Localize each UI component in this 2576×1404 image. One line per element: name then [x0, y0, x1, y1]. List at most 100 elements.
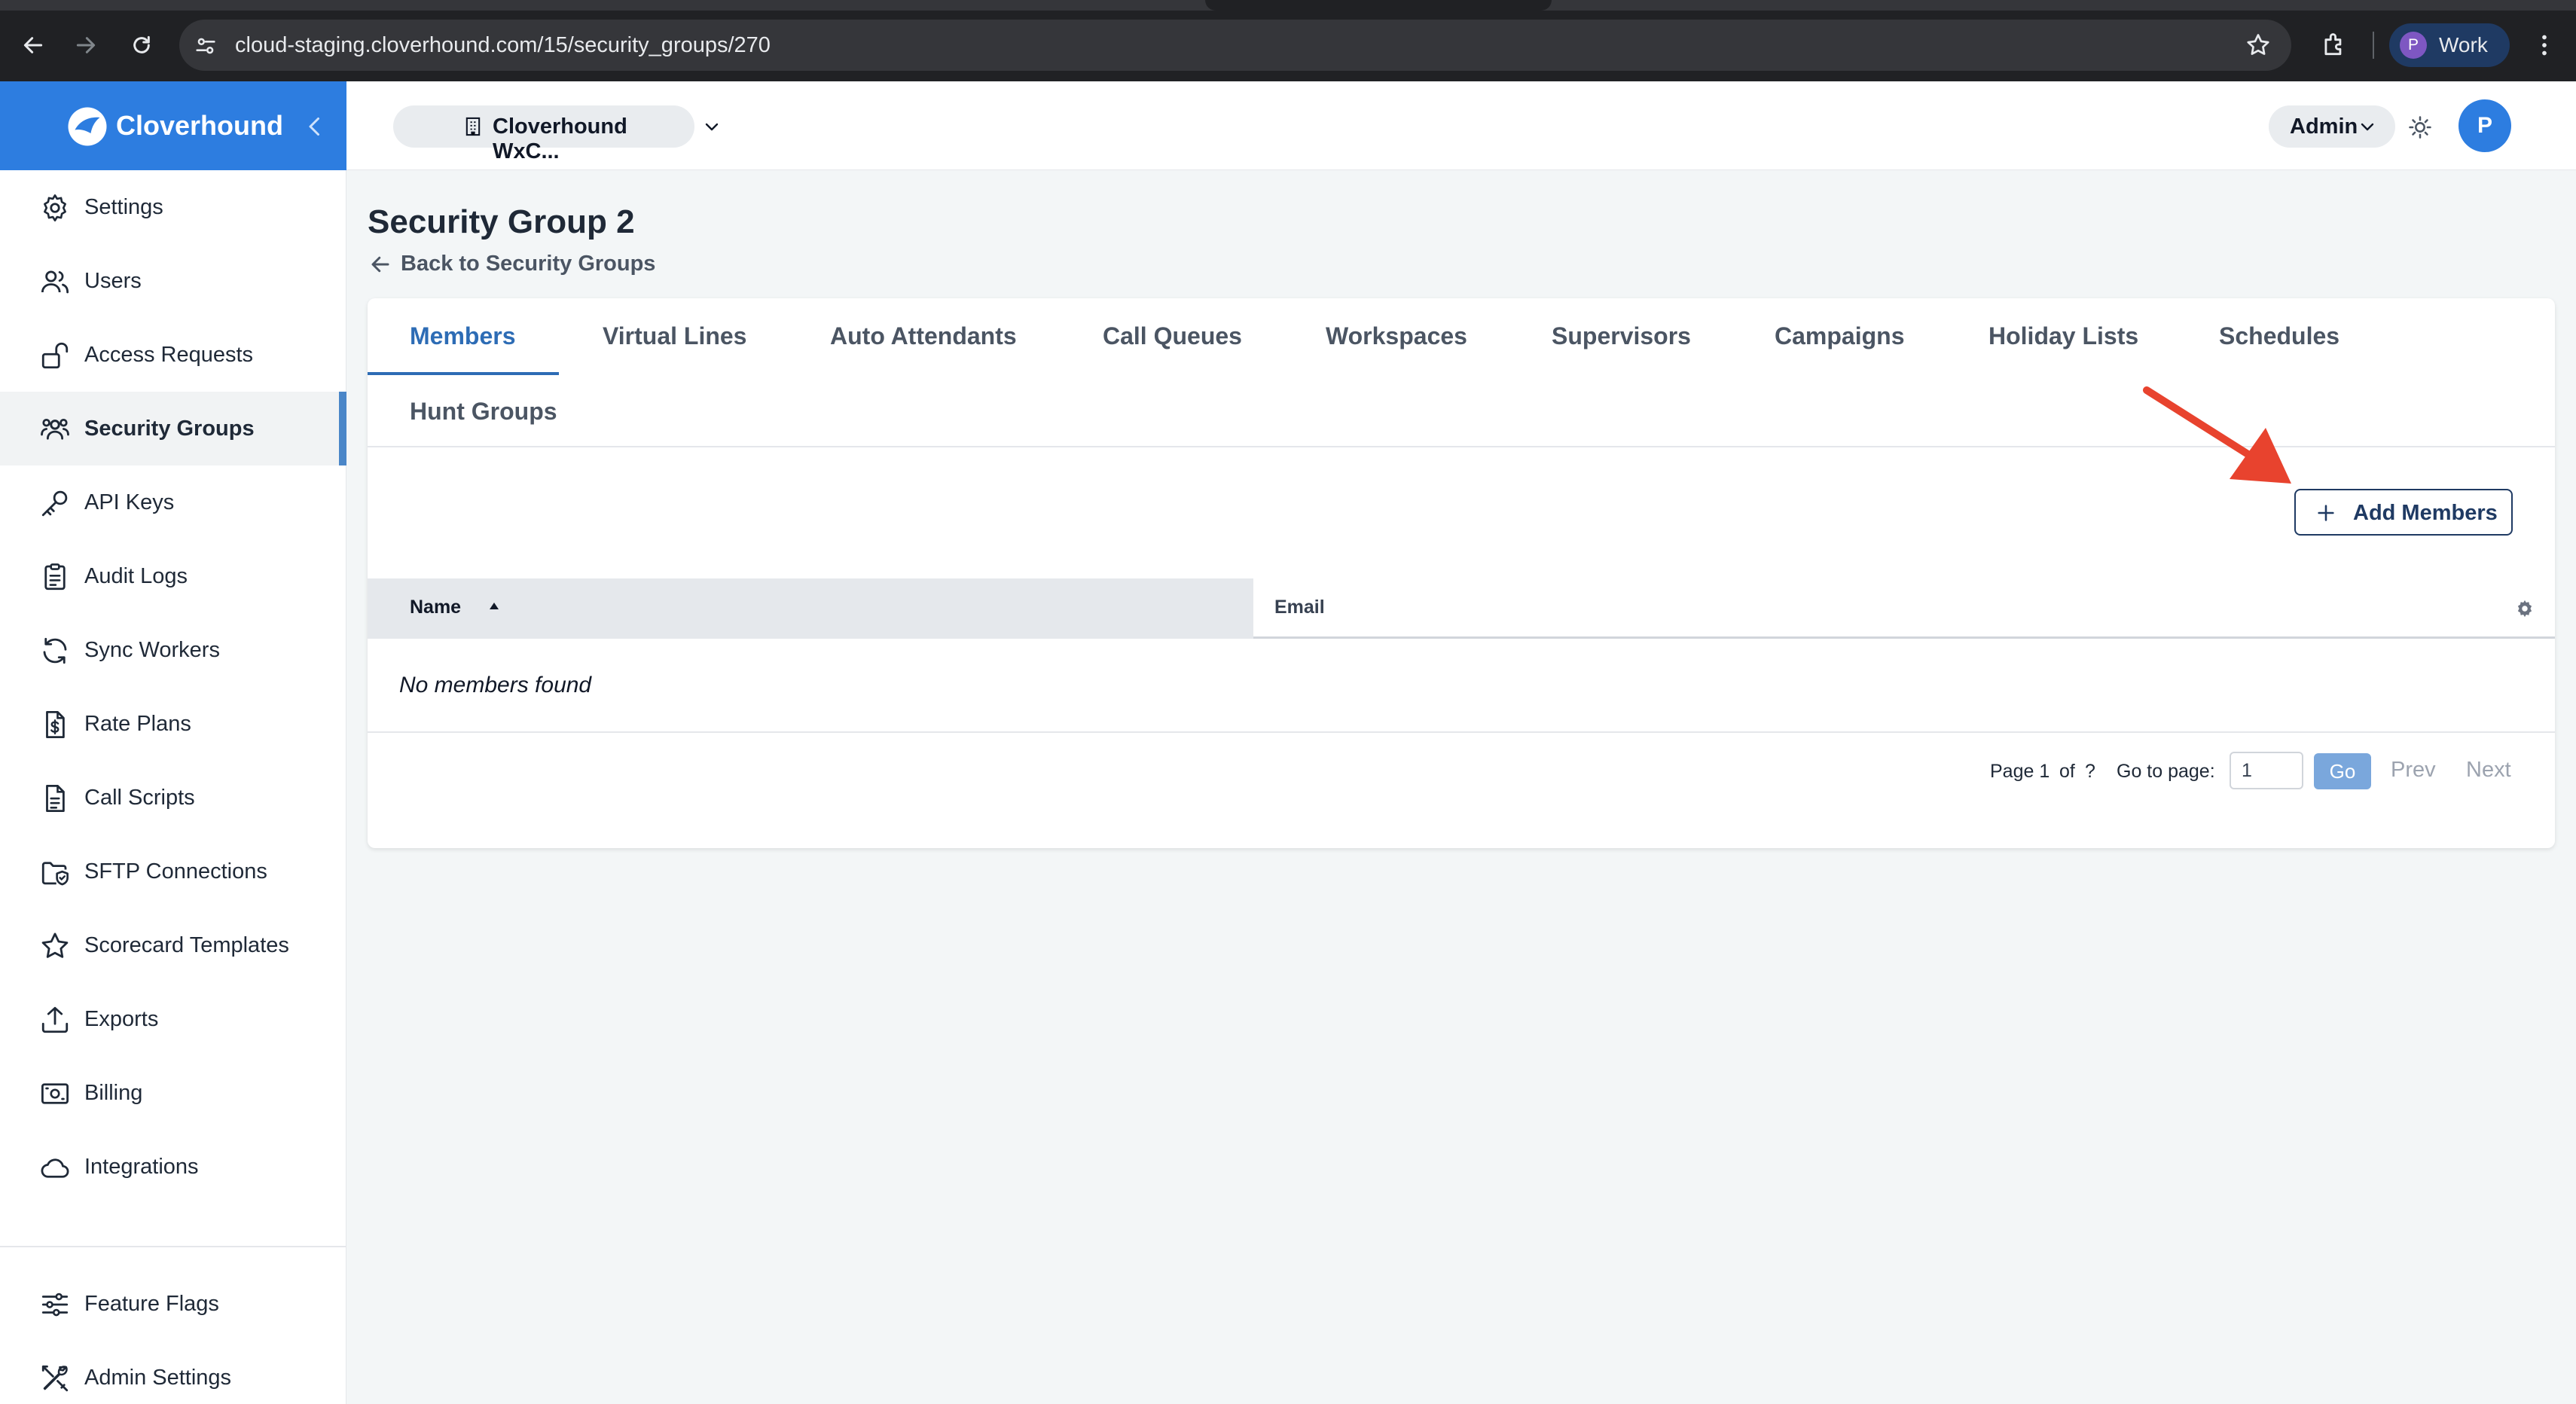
- back-button[interactable]: [11, 23, 56, 68]
- tab-hunt-groups[interactable]: Hunt Groups: [410, 374, 557, 449]
- sidebar-item-sync-workers[interactable]: Sync Workers: [0, 613, 346, 687]
- sliders-icon: [41, 1293, 69, 1317]
- sidebar-item-label: Rate Plans: [84, 712, 191, 736]
- tab-label: Holiday Lists: [1988, 322, 2139, 349]
- sidebar-item-label: Audit Logs: [84, 564, 188, 588]
- arrow-left-icon: [23, 37, 43, 53]
- forward-button[interactable]: [63, 23, 108, 68]
- table-header: Name Email: [368, 578, 2555, 639]
- chevron-down-icon: [705, 123, 719, 131]
- go-to-page-label: Go to page:: [2117, 761, 2215, 782]
- page-of-label: of: [2059, 761, 2075, 782]
- sidebar-item-label: Call Scripts: [84, 786, 195, 810]
- tab-label: Auto Attendants: [830, 322, 1017, 349]
- document-icon: [46, 784, 65, 813]
- sidebar-item-access-requests[interactable]: Access Requests: [0, 318, 346, 392]
- tab-virtual-lines[interactable]: Virtual Lines: [603, 298, 746, 374]
- sidebar-item-label: Users: [84, 269, 142, 293]
- refresh-icon: [43, 637, 67, 664]
- browser-chrome: cloud-staging.cloverhound.com/15/securit…: [0, 0, 2576, 81]
- profile-button[interactable]: P Work: [2389, 23, 2510, 67]
- toolbar-divider: [2373, 32, 2374, 59]
- tab-auto-attendants[interactable]: Auto Attendants: [830, 298, 1017, 374]
- column-label-name: Name: [410, 597, 462, 618]
- tab-schedules[interactable]: Schedules: [2219, 298, 2339, 374]
- go-to-page-input[interactable]: 1: [2230, 752, 2303, 789]
- sort-ascending-icon[interactable]: [485, 598, 503, 616]
- go-button[interactable]: Go: [2314, 753, 2371, 789]
- add-members-button[interactable]: Add Members: [2294, 489, 2513, 536]
- user-avatar[interactable]: P: [2458, 99, 2511, 152]
- sidebar-item-feature-flags[interactable]: Feature Flags: [0, 1267, 346, 1341]
- sidebar-item-admin-settings[interactable]: Admin Settings: [0, 1341, 346, 1404]
- building-icon: [465, 117, 481, 136]
- kebab-menu-icon[interactable]: [2531, 32, 2558, 59]
- sidebar-item-label: Sync Workers: [84, 638, 220, 662]
- column-header-email[interactable]: Email: [1274, 597, 1325, 618]
- table-empty-row: No members found: [368, 641, 2555, 733]
- sidebar-item-label: Billing: [84, 1081, 143, 1105]
- arrow-left-icon: [371, 256, 389, 272]
- cloverhound-logo-icon[interactable]: [65, 104, 110, 149]
- sidebar-item-rate-plans[interactable]: Rate Plans: [0, 687, 346, 761]
- role-label[interactable]: Admin: [2290, 114, 2358, 139]
- tab-label: Members: [410, 322, 516, 349]
- prev-page-button[interactable]: Prev: [2391, 758, 2436, 783]
- sidebar-item-exports[interactable]: Exports: [0, 982, 346, 1056]
- plus-icon: [2318, 505, 2334, 521]
- back-to-security-groups-link[interactable]: Back to Security Groups: [369, 252, 655, 276]
- tools-icon: [41, 1365, 69, 1392]
- upload-icon: [41, 1006, 69, 1033]
- brand-name[interactable]: Cloverhound: [116, 110, 283, 142]
- tab-label: Supervisors: [1552, 322, 1691, 349]
- app-header: Cloverhound WxC... Admin P: [346, 81, 2576, 170]
- star-icon: [41, 932, 69, 958]
- collapse-sidebar-icon[interactable]: [301, 111, 328, 142]
- sidebar-item-call-scripts[interactable]: Call Scripts: [0, 761, 346, 835]
- tab-campaigns[interactable]: Campaigns: [1775, 298, 1904, 374]
- sidebar-item-integrations[interactable]: Integrations: [0, 1130, 346, 1204]
- sidebar-item-scorecard-templates[interactable]: Scorecard Templates: [0, 908, 346, 982]
- tab-call-queues[interactable]: Call Queues: [1103, 298, 1242, 374]
- back-link-label: Back to Security Groups: [401, 252, 656, 276]
- sidebar-item-label: Settings: [84, 195, 163, 219]
- sun-icon[interactable]: [2407, 114, 2433, 140]
- sidebar-item-billing[interactable]: Billing: [0, 1056, 346, 1130]
- extensions-icon[interactable]: [2320, 30, 2349, 59]
- bookmark-star-icon[interactable]: [2245, 32, 2272, 59]
- tab-members[interactable]: Members: [410, 298, 516, 374]
- sidebar-item-label: Scorecard Templates: [84, 933, 289, 957]
- tab-supervisors[interactable]: Supervisors: [1552, 298, 1691, 374]
- unlock-icon: [41, 342, 69, 369]
- sidebar-divider: [0, 1246, 346, 1247]
- tab-holiday-lists[interactable]: Holiday Lists: [1988, 298, 2138, 374]
- column-settings-gear-icon[interactable]: [2514, 598, 2535, 619]
- organization-selector[interactable]: Cloverhound WxC...: [393, 105, 719, 163]
- next-page-button[interactable]: Next: [2466, 758, 2511, 783]
- gear-icon: [44, 194, 66, 221]
- sidebar-item-audit-logs[interactable]: Audit Logs: [0, 539, 346, 613]
- sidebar-item-api-keys[interactable]: API Keys: [0, 465, 346, 539]
- sidebar-item-users[interactable]: Users: [0, 244, 346, 318]
- page-indicator: Page 1: [1990, 761, 2050, 782]
- profile-label: Work: [2439, 33, 2488, 56]
- sidebar-item-label: API Keys: [84, 490, 175, 514]
- tab-label: Call Queues: [1103, 322, 1242, 349]
- key-icon: [41, 490, 68, 517]
- sidebar-item-settings[interactable]: Settings: [0, 170, 346, 244]
- url-text[interactable]: cloud-staging.cloverhound.com/15/securit…: [235, 20, 771, 71]
- tab-workspaces[interactable]: Workspaces: [1326, 298, 1467, 374]
- reload-button[interactable]: [119, 23, 164, 68]
- site-settings-icon[interactable]: [193, 33, 218, 59]
- tab-label: Campaigns: [1775, 322, 1905, 349]
- chevron-down-icon[interactable]: [2359, 121, 2376, 133]
- sidebar-item-label: Admin Settings: [84, 1366, 232, 1390]
- sidebar-item-sftp-connections[interactable]: SFTP Connections: [0, 835, 346, 908]
- sidebar-item-label: Access Requests: [84, 343, 254, 367]
- sidebar-item-security-groups[interactable]: Security Groups: [0, 392, 346, 465]
- column-header-name[interactable]: Name: [368, 578, 1253, 639]
- sidebar: Settings Users Access Requests Security …: [0, 170, 346, 1404]
- tab-label: Virtual Lines: [603, 322, 747, 349]
- page-title: Security Group 2: [368, 203, 635, 240]
- reload-icon: [133, 35, 150, 53]
